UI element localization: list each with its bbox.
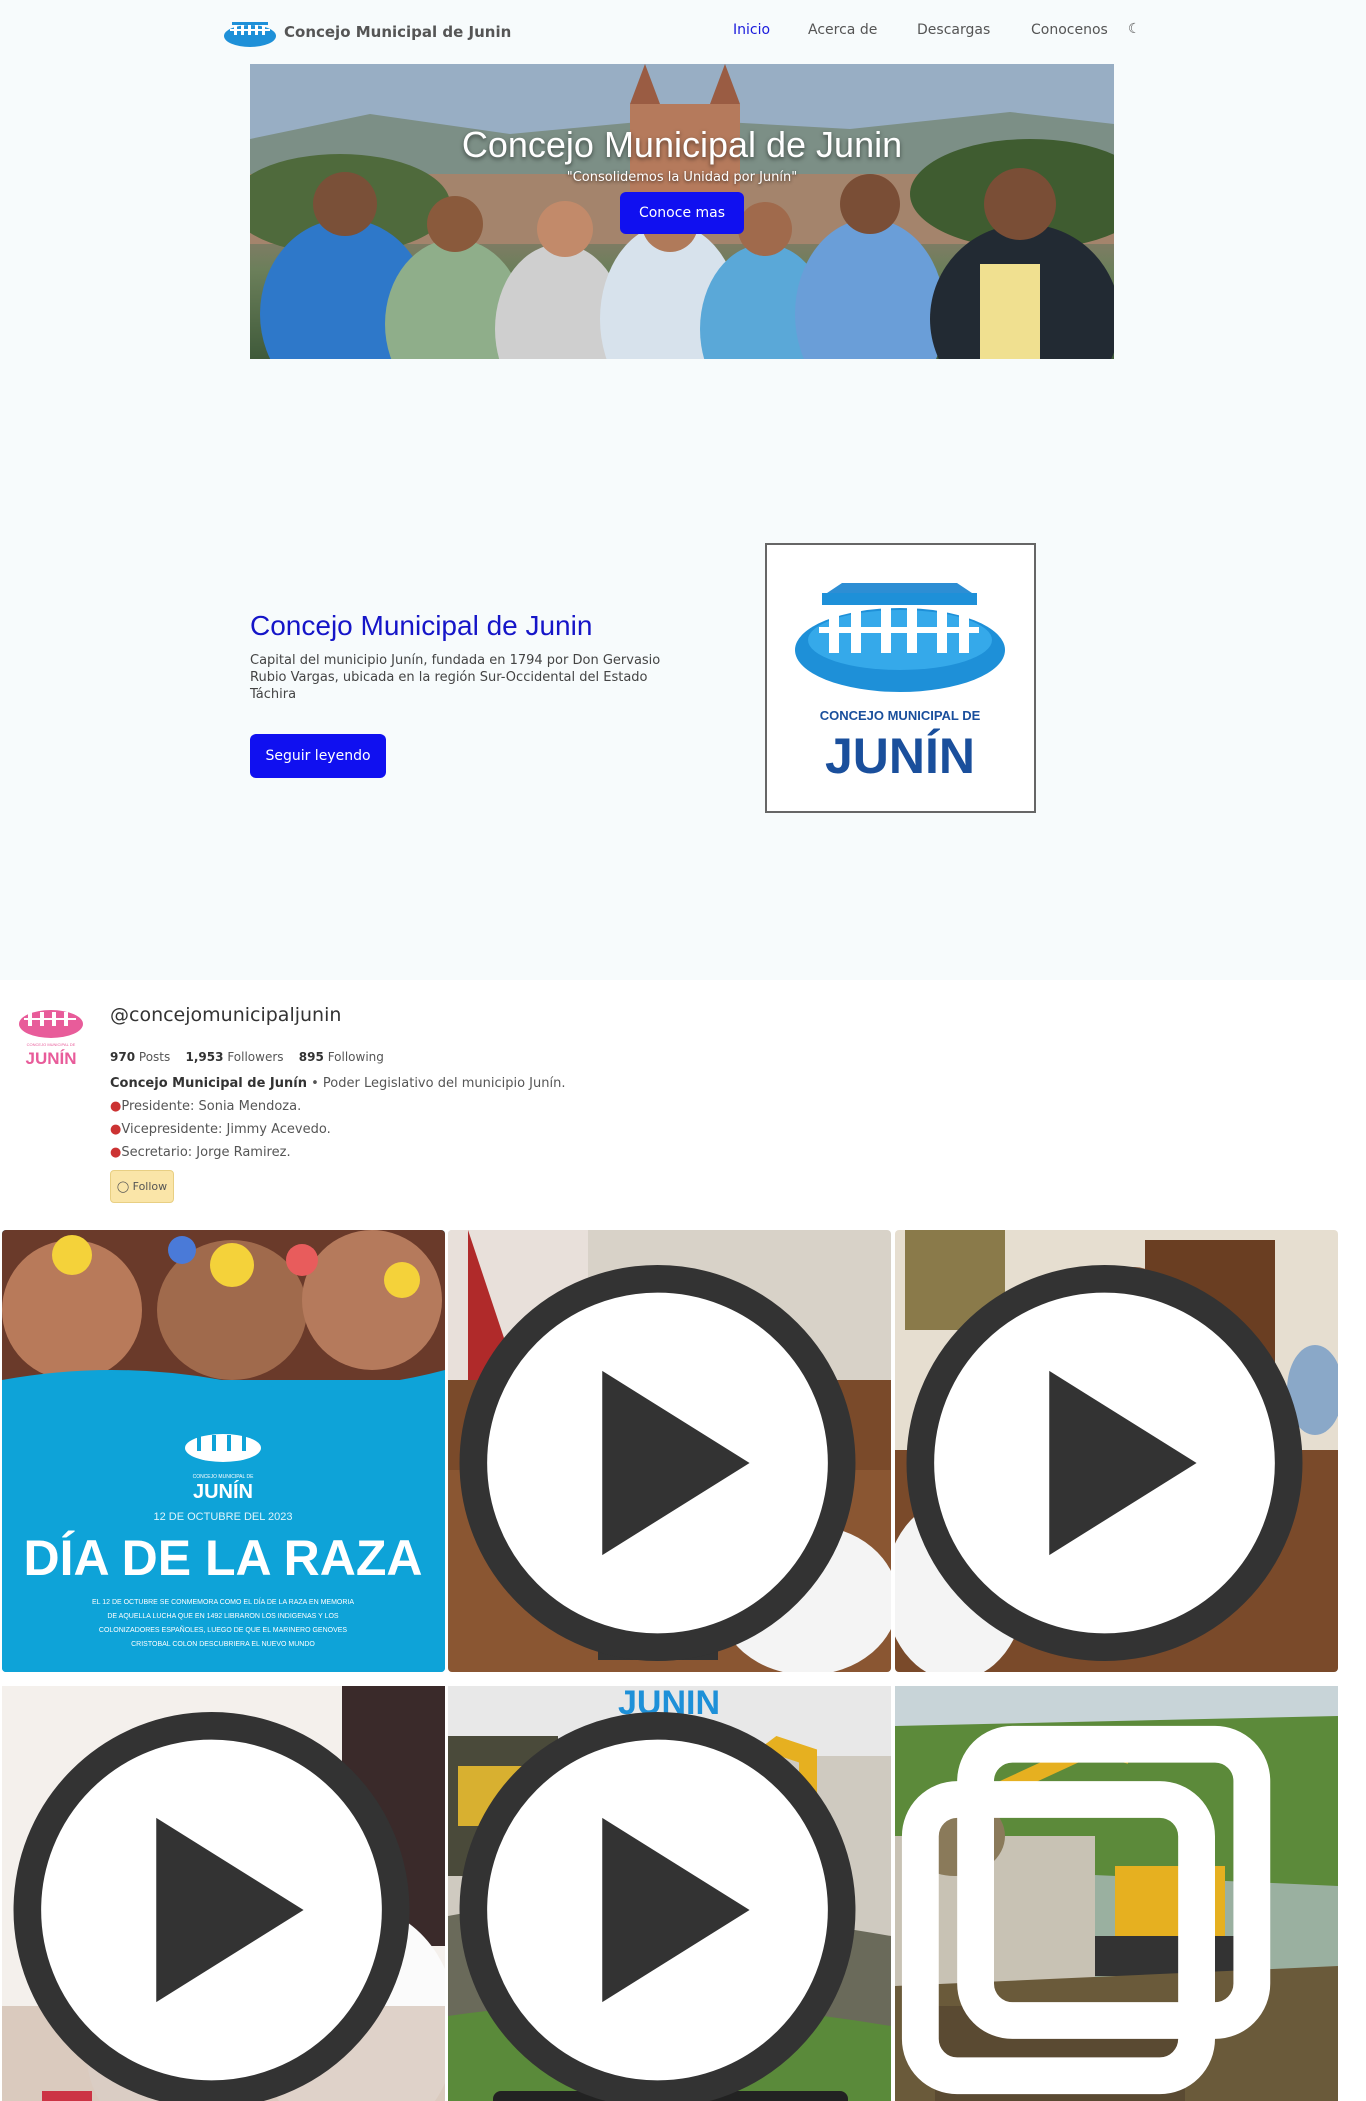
avatar-line1: CONCEJO MUNICIPAL DE <box>27 1042 76 1047</box>
instagram-stats: 970 Posts 1,953 Followers 895 Following <box>110 1050 384 1064</box>
instagram-avatar[interactable]: CONCEJO MUNICIPAL DE JUNÍN <box>16 1002 86 1072</box>
hero-banner: Concejo Municipal de Junin "Consolidemos… <box>250 64 1114 359</box>
moon-icon[interactable]: ☾ <box>1128 21 1141 37</box>
post-tile-dia-de-la-raza[interactable]: CONCEJO MUNICIPAL DE JUNÍN 12 DE OCTUBRE… <box>2 1230 445 1672</box>
about-title: Concejo Municipal de Junin <box>250 610 593 641</box>
about-text: Capital del municipio Junín, fundada en … <box>250 653 661 702</box>
video-play-icon <box>459 1712 856 2101</box>
instagram-handle[interactable]: @concejomunicipaljunin <box>110 1004 341 1026</box>
hero-subtitle: "Consolidemos la Unidad por Junín" <box>566 170 798 185</box>
post-tile-excavator-2[interactable] <box>895 1677 1338 2101</box>
avatar-line2: JUNÍN <box>25 1049 76 1068</box>
video-play-icon <box>13 1712 410 2101</box>
post-tile-meeting-1[interactable] <box>448 1230 891 1672</box>
tile-caption: DE AQUELLA LUCHA QUE EN 1492 LIBRARON LO… <box>107 1613 339 1620</box>
pin-icon: ● <box>110 1122 122 1137</box>
tile-logo-small: CONCEJO MUNICIPAL DE <box>193 1474 255 1480</box>
tile-logo-big: JUNÍN <box>193 1480 253 1503</box>
tile-caption: CRISTOBAL COLON DESCUBRIERA EL NUEVO MUN… <box>131 1641 315 1648</box>
bio-desc: • Poder Legislativo del municipio Junín. <box>307 1076 566 1091</box>
navbar: Concejo Municipal de Junin Inicio Acerca… <box>0 0 1366 64</box>
followers-count: 1,953 <box>185 1050 224 1064</box>
bio-president: Presidente: Sonia Mendoza. <box>121 1099 302 1114</box>
nav-links: Inicio Acerca de Descargas Conocenos <box>0 22 1366 42</box>
nav-link-conocenos[interactable]: Conocenos <box>1031 22 1108 38</box>
post-image: CONCEJO MUNICIPAL DE JUNÍN 12 DE OCTUBRE… <box>2 1230 445 1672</box>
following-count: 895 <box>298 1050 324 1064</box>
instagram-feed: CONCEJO MUNICIPAL DE JUNÍN @concejomunic… <box>0 980 1366 2101</box>
nav-link-descargas[interactable]: Descargas <box>917 22 990 38</box>
followers-label: Followers <box>227 1050 284 1064</box>
council-logo: CONCEJO MUNICIPAL DE JUNÍN <box>765 543 1036 813</box>
follow-label: Follow <box>132 1180 168 1193</box>
following-label: Following <box>327 1050 384 1064</box>
council-logo-icon: CONCEJO MUNICIPAL DE JUNÍN <box>795 583 1005 784</box>
carousel-icon <box>901 1725 1271 2095</box>
nav-link-acerca-de[interactable]: Acerca de <box>808 22 877 38</box>
instagram-bio: Concejo Municipal de Junín • Poder Legis… <box>110 1072 565 1164</box>
tile-caption: EL 12 DE OCTUBRE SE CONMEMORA COMO EL DÍ… <box>92 1597 354 1606</box>
follow-button[interactable]: ◯ Follow <box>110 1170 174 1203</box>
bio-vicepresident: Vicepresidente: Jimmy Acevedo. <box>121 1122 331 1137</box>
logo-line1: CONCEJO MUNICIPAL DE <box>820 708 981 723</box>
post-tile-meeting-2[interactable] <box>895 1230 1338 1672</box>
pin-icon: ● <box>110 1099 122 1114</box>
hero-title: Concejo Municipal de Junin <box>461 124 903 165</box>
nav-link-inicio[interactable]: Inicio <box>733 22 770 38</box>
posts-label: Posts <box>138 1050 171 1064</box>
logo-line2: JUNÍN <box>825 728 975 784</box>
video-play-icon <box>906 1265 1303 1661</box>
bio-name: Concejo Municipal de Junín <box>110 1076 307 1091</box>
bio-secretary: Secretario: Jorge Ramirez. <box>121 1145 291 1160</box>
post-tile-speaker[interactable] <box>2 1677 445 2101</box>
tile-caption: COLONIZADORES ESPAÑOLES, LUEGO DE QUE EL… <box>99 1625 347 1634</box>
conoce-mas-button[interactable]: Conoce mas <box>620 192 744 234</box>
instagram-icon: ◯ <box>116 1180 130 1193</box>
post-tile-excavator-1[interactable]: JUNIN <box>448 1677 891 2101</box>
tile-title: DÍA DE LA RAZA <box>23 1530 422 1586</box>
seguir-leyendo-button[interactable]: Seguir leyendo <box>250 734 386 778</box>
video-play-icon <box>459 1265 856 1661</box>
tile-date: 12 DE OCTUBRE DEL 2023 <box>154 1511 293 1523</box>
posts-count: 970 <box>110 1050 136 1064</box>
pin-icon: ● <box>110 1145 122 1160</box>
